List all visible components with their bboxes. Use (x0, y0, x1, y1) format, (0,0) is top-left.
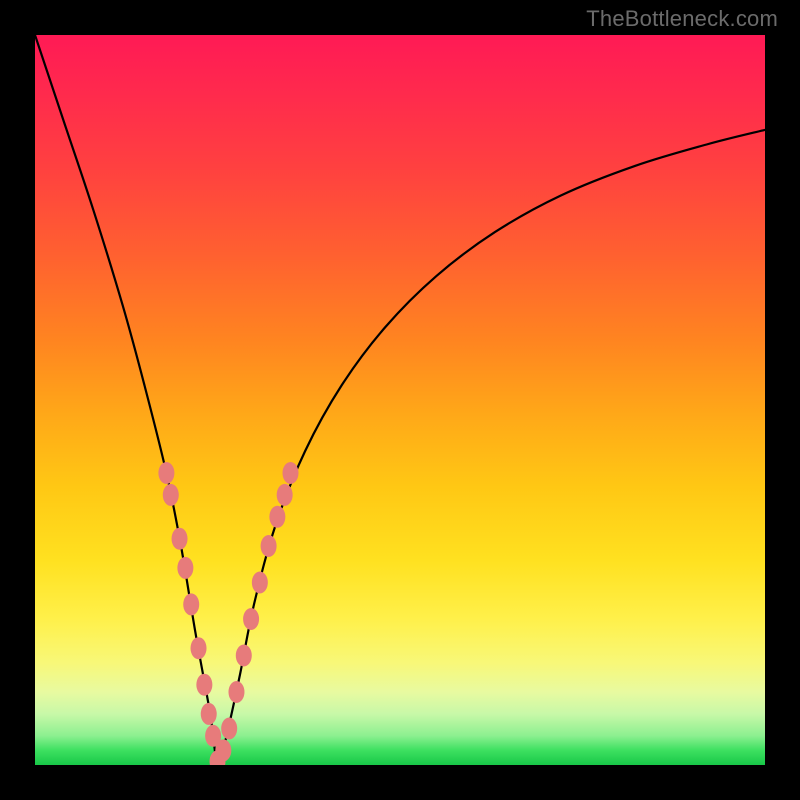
marker-dot (183, 593, 199, 615)
marker-dot (228, 681, 244, 703)
marker-dot (269, 506, 285, 528)
marker-dot (163, 484, 179, 506)
marker-dot (236, 645, 252, 667)
marker-dot (221, 718, 237, 740)
marker-dot (283, 462, 299, 484)
marker-dot (196, 674, 212, 696)
marker-dot (243, 608, 259, 630)
marker-dot (201, 703, 217, 725)
marker-dot (277, 484, 293, 506)
curve-line (35, 35, 765, 765)
highlight-markers (158, 462, 298, 765)
marker-dot (252, 572, 268, 594)
marker-dot (158, 462, 174, 484)
marker-dot (261, 535, 277, 557)
watermark-text: TheBottleneck.com (586, 6, 778, 32)
chart-svg (35, 35, 765, 765)
marker-dot (172, 528, 188, 550)
marker-dot (191, 637, 207, 659)
marker-dot (215, 739, 231, 761)
plot-area (35, 35, 765, 765)
marker-dot (177, 557, 193, 579)
chart-frame: TheBottleneck.com (0, 0, 800, 800)
